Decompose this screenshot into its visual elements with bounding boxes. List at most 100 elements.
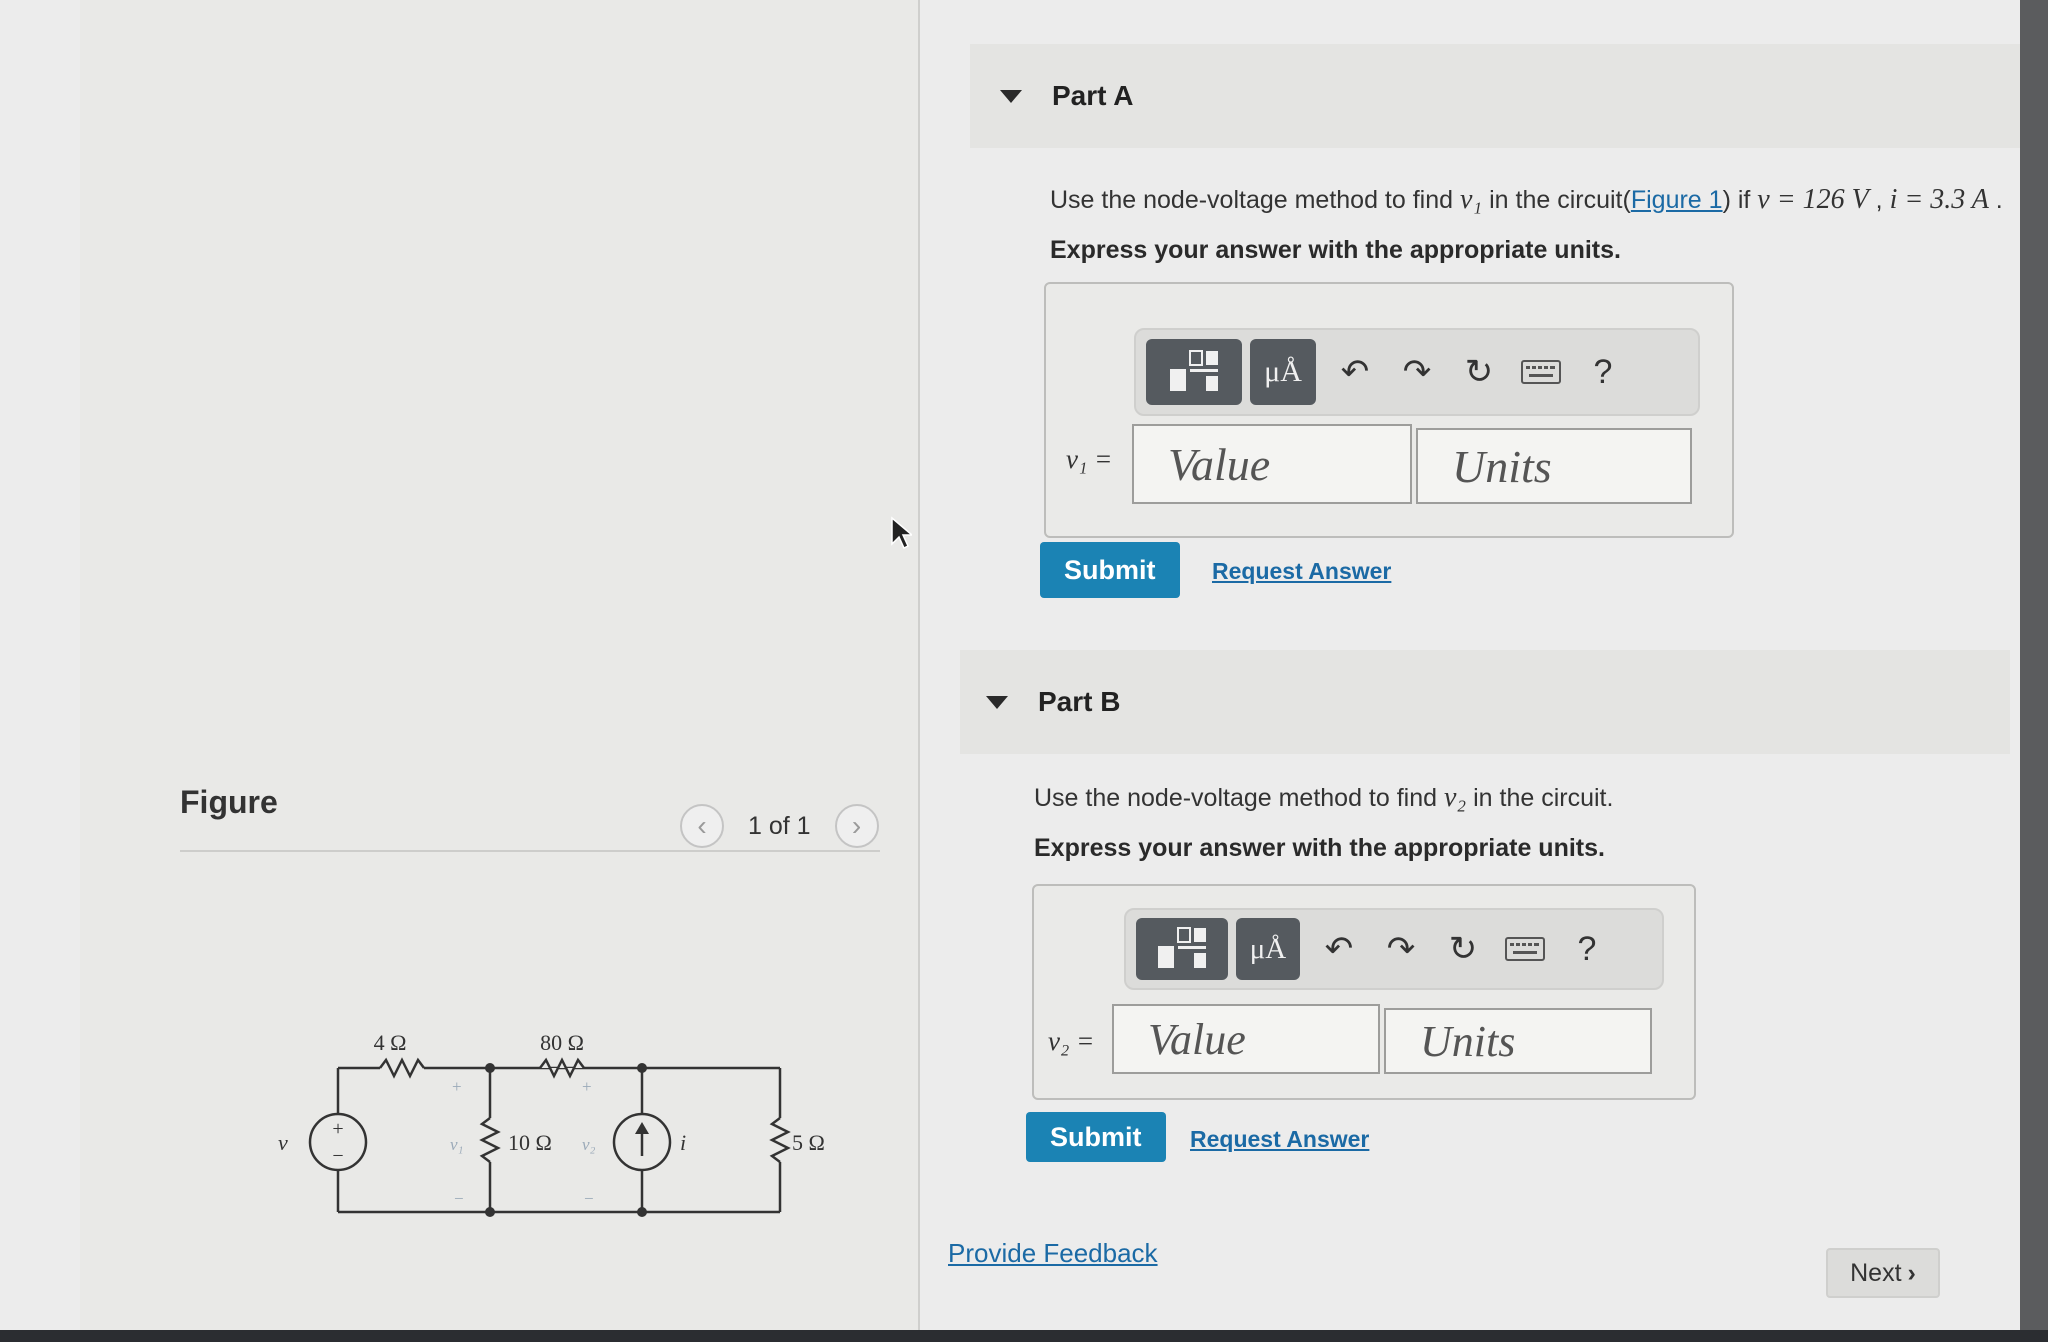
- units-placeholder: Units: [1420, 1016, 1516, 1066]
- part-b-value-input[interactable]: Value: [1112, 1004, 1380, 1074]
- previous-figure-button[interactable]: ‹: [680, 804, 724, 848]
- next-label: Next: [1850, 1258, 1902, 1287]
- templates-button[interactable]: [1146, 339, 1242, 405]
- part-b-request-answer-link[interactable]: Request Answer: [1190, 1126, 1369, 1153]
- pane-divider: [918, 0, 920, 1330]
- mouse-cursor-icon: [891, 516, 912, 550]
- keyboard-button[interactable]: [1494, 919, 1556, 979]
- collapse-caret-icon: [986, 695, 1008, 709]
- node-dot: [485, 1063, 495, 1073]
- units-icon: μÅ: [1249, 932, 1287, 965]
- part-a-value-input[interactable]: Value: [1132, 424, 1412, 504]
- prompt-text: in the circuit(: [1482, 186, 1631, 214]
- redo-icon: ↷: [1386, 930, 1416, 968]
- part-b-units-input[interactable]: Units: [1384, 1008, 1652, 1074]
- part-a-submit-button[interactable]: Submit: [1040, 542, 1180, 598]
- value-placeholder: Value: [1148, 1014, 1246, 1064]
- keyboard-icon: [1505, 937, 1545, 961]
- label-source-i: i: [680, 1130, 686, 1155]
- reset-icon: ↻: [1464, 353, 1494, 391]
- units-button[interactable]: μÅ: [1236, 918, 1300, 980]
- units-icon: μÅ: [1264, 355, 1302, 388]
- chevron-left-icon: ‹: [697, 810, 707, 841]
- undo-button[interactable]: ↶: [1324, 342, 1386, 402]
- figure-divider: [180, 850, 880, 852]
- label-source-v: v: [278, 1130, 288, 1155]
- keyboard-icon: [1521, 360, 1561, 384]
- units-button[interactable]: μÅ: [1250, 339, 1316, 405]
- reset-button[interactable]: ↻: [1432, 919, 1494, 979]
- label-r1: 4 Ω: [374, 1030, 407, 1055]
- part-b-answer-box: μÅ ↶ ↷ ↻ ? v₂ = Value Units: [1032, 884, 1696, 1100]
- templates-icon: [1170, 350, 1218, 391]
- prompt-text: Use the node-voltage method to find: [1034, 784, 1444, 812]
- node-1-minus: −: [454, 1189, 464, 1208]
- part-a-variable-label: v₁ =: [1066, 444, 1113, 474]
- undo-icon: ↶: [1324, 930, 1354, 968]
- resistor-5-ohm: [769, 1117, 791, 1163]
- templates-button[interactable]: [1136, 918, 1228, 980]
- redo-icon: ↷: [1402, 353, 1432, 391]
- node-2-minus: −: [584, 1189, 594, 1208]
- figure-title: Figure: [180, 784, 278, 820]
- figure-count: 1 of 1: [748, 811, 811, 840]
- source-minus: −: [332, 1145, 343, 1167]
- prompt-variable: v₁: [1460, 184, 1483, 215]
- next-figure-button[interactable]: ›: [834, 804, 879, 848]
- part-a-request-answer-link[interactable]: Request Answer: [1212, 558, 1391, 585]
- next-button[interactable]: Next ›: [1826, 1248, 1940, 1298]
- prompt-text: in the circuit.: [1466, 784, 1614, 812]
- help-icon: ?: [1593, 352, 1613, 391]
- resistor-80-ohm: [539, 1057, 585, 1079]
- keyboard-button[interactable]: [1510, 342, 1572, 402]
- figure-pager: ‹ 1 of 1 ›: [680, 804, 879, 848]
- reset-button[interactable]: ↻: [1448, 342, 1510, 402]
- chevron-right-icon: ›: [851, 810, 862, 841]
- provide-feedback-link[interactable]: Provide Feedback: [948, 1238, 1158, 1269]
- circuit-diagram: 4 Ω 80 Ω 10 Ω 5 Ω v i + − v₁ v₂ + + − −: [278, 1030, 825, 1217]
- prompt-current: i = 3.3 A: [1889, 184, 1989, 215]
- label-r2: 80 Ω: [540, 1030, 584, 1055]
- part-b-submit-button[interactable]: Submit: [1026, 1112, 1166, 1162]
- prompt-voltage: v = 126 V: [1757, 184, 1869, 215]
- redo-button[interactable]: ↷: [1370, 919, 1432, 979]
- label-r3: 10 Ω: [508, 1130, 552, 1155]
- prompt-variable: v₂: [1444, 782, 1467, 813]
- units-placeholder: Units: [1452, 440, 1552, 492]
- source-plus: +: [332, 1118, 343, 1140]
- value-placeholder: Value: [1168, 438, 1271, 490]
- prompt-text: ) if: [1722, 186, 1758, 214]
- part-b-toolbar: μÅ ↶ ↷ ↻ ?: [1124, 908, 1664, 990]
- chevron-right-icon: ›: [1907, 1258, 1916, 1287]
- prompt-text: Use the node-voltage method to find: [1050, 186, 1460, 214]
- undo-button[interactable]: ↶: [1308, 919, 1370, 979]
- node-dot: [637, 1207, 647, 1217]
- part-b-header[interactable]: Part B: [960, 650, 2010, 754]
- help-icon: ?: [1577, 929, 1597, 968]
- current-arrowhead: [635, 1122, 649, 1134]
- node-dot: [637, 1063, 647, 1073]
- part-a-title: Part A: [1052, 80, 1134, 111]
- redo-button[interactable]: ↷: [1386, 342, 1448, 402]
- label-node-2: v₂: [582, 1135, 596, 1154]
- page: Figure ‹ 1 of 1 › 4 Ω 80 Ω 10 Ω 5 Ω v i …: [0, 0, 2048, 1342]
- figure-link[interactable]: Figure 1: [1631, 186, 1723, 214]
- screen-edge: [2020, 0, 2048, 1330]
- label-node-1: v₁: [450, 1135, 463, 1154]
- collapse-caret-icon: [1000, 89, 1022, 103]
- node-dot: [485, 1207, 495, 1217]
- part-b-instruction: Express your answer with the appropriate…: [1034, 834, 1605, 862]
- help-button[interactable]: ?: [1572, 342, 1634, 402]
- part-a-units-input[interactable]: Units: [1416, 428, 1692, 504]
- node-2-plus: +: [582, 1077, 592, 1096]
- part-b-variable-label: v₂ =: [1048, 1026, 1095, 1056]
- part-a-toolbar: μÅ ↶ ↷ ↻ ?: [1134, 328, 1700, 416]
- part-a-header[interactable]: Part A: [970, 44, 2020, 148]
- screen-bezel: [0, 1330, 2048, 1342]
- label-r4: 5 Ω: [792, 1130, 825, 1155]
- help-button[interactable]: ?: [1556, 919, 1618, 979]
- prompt-text: .: [1988, 186, 2003, 214]
- part-a-instruction: Express your answer with the appropriate…: [1050, 236, 1621, 264]
- resistor-10-ohm: [479, 1117, 501, 1163]
- part-a-prompt: Use the node-voltage method to find v₁ i…: [1050, 184, 2003, 216]
